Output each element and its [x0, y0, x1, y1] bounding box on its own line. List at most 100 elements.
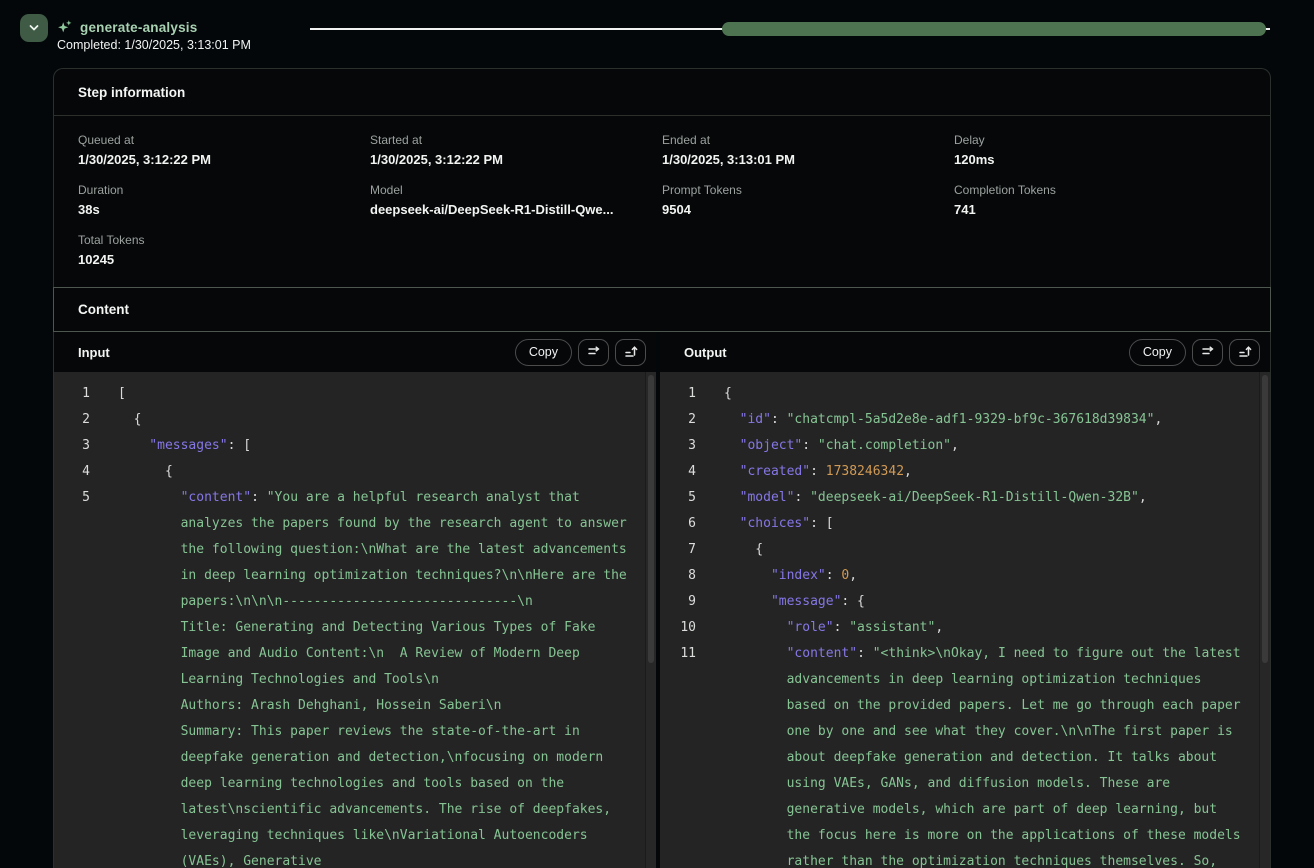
code-line: 5"content": "You are a helpful research …	[66, 485, 645, 868]
line-number: 7	[672, 537, 696, 563]
code-text: "messages": [	[118, 433, 645, 459]
expand-up-icon	[1237, 343, 1253, 362]
code-line: 4{	[66, 459, 645, 485]
code-text: "index": 0,	[724, 563, 1259, 589]
code-line: 3 "messages": [	[66, 433, 645, 459]
sparkles-icon	[57, 19, 73, 35]
input-scrollbar-thumb[interactable]	[648, 375, 654, 663]
output-code-area: 1{2"id": "chatcmpl-5a5d2e8e-adf1-9329-bf…	[660, 372, 1270, 868]
info-label: Queued at	[78, 133, 370, 147]
info-value: deepseek-ai/DeepSeek-R1-Distill-Qwe...	[370, 202, 662, 217]
info-label: Started at	[370, 133, 662, 147]
step-information-grid: Queued at 1/30/2025, 3:12:22 PM Started …	[54, 116, 1270, 287]
output-json-viewer: 1{2"id": "chatcmpl-5a5d2e8e-adf1-9329-bf…	[660, 372, 1259, 868]
info-field-started-at: Started at 1/30/2025, 3:12:22 PM	[370, 133, 662, 167]
line-number: 6	[672, 511, 696, 537]
expand-up-icon	[623, 343, 639, 362]
input-json-viewer: 1[2{3"messages": [4{5"content": "You are…	[54, 372, 645, 868]
content-section-header[interactable]: Content	[53, 287, 1271, 332]
info-value: 10245	[78, 252, 370, 267]
step-information-header: Step information	[54, 69, 1270, 116]
line-number: 1	[66, 381, 90, 407]
info-value: 120ms	[954, 152, 1246, 167]
input-code-area: 1[2{3"messages": [4{5"content": "You are…	[54, 372, 656, 868]
input-panel: Input Copy	[54, 332, 656, 868]
info-field-delay: Delay 120ms	[954, 133, 1246, 167]
line-number: 4	[66, 459, 90, 485]
info-field-completion-tokens: Completion Tokens 741	[954, 183, 1246, 217]
output-copy-button[interactable]: Copy	[1129, 339, 1186, 366]
output-wrap-text-button[interactable]	[1192, 339, 1223, 366]
output-expand-button[interactable]	[1229, 339, 1260, 366]
info-label: Completion Tokens	[954, 183, 1246, 197]
line-number: 2	[672, 407, 696, 433]
code-line: 10 "role": "assistant",	[672, 615, 1259, 641]
line-number: 3	[672, 433, 696, 459]
output-scrollbar[interactable]	[1259, 372, 1270, 868]
code-text: {	[118, 407, 645, 433]
line-number: 1	[672, 381, 696, 407]
line-number: 3	[66, 433, 90, 459]
line-number: 5	[672, 485, 696, 511]
info-value: 38s	[78, 202, 370, 217]
code-line: 3 "object": "chat.completion",	[672, 433, 1259, 459]
code-text: [	[118, 381, 645, 407]
code-line: 2 "id": "chatcmpl-5a5d2e8e-adf1-9329-bf9c…	[672, 407, 1259, 433]
line-number: 9	[672, 589, 696, 615]
wrap-text-icon	[586, 343, 602, 362]
code-line: 8 "index": 0,	[672, 563, 1259, 589]
input-panel-header: Input Copy	[54, 332, 656, 372]
collapse-step-button[interactable]	[20, 14, 48, 42]
line-number: 11	[672, 641, 696, 868]
line-number: 8	[672, 563, 696, 589]
code-text: "message": {	[724, 589, 1259, 615]
input-expand-button[interactable]	[615, 339, 646, 366]
code-text: "choices": [	[724, 511, 1259, 537]
input-panel-title: Input	[78, 345, 515, 360]
info-label: Duration	[78, 183, 370, 197]
timeline-span-bar[interactable]	[722, 22, 1266, 36]
output-scrollbar-thumb[interactable]	[1262, 375, 1268, 663]
step-detail-card: Step information Queued at 1/30/2025, 3:…	[53, 68, 1271, 868]
code-text: {	[724, 381, 1259, 407]
info-field-total-tokens: Total Tokens 10245	[78, 233, 370, 267]
code-text: "created": 1738246342,	[724, 459, 1259, 485]
code-text: "id": "chatcmpl-5a5d2e8e-adf1-9329-bf9c-…	[724, 407, 1259, 433]
info-value: 9504	[662, 202, 954, 217]
info-value: 1/30/2025, 3:13:01 PM	[662, 152, 954, 167]
info-field-prompt-tokens: Prompt Tokens 9504	[662, 183, 954, 217]
code-text: "object": "chat.completion",	[724, 433, 1259, 459]
info-value: 741	[954, 202, 1246, 217]
info-label: Prompt Tokens	[662, 183, 954, 197]
code-text: {	[724, 537, 1259, 563]
info-field-ended-at: Ended at 1/30/2025, 3:13:01 PM	[662, 133, 954, 167]
code-line: 11"content": "<think>\nOkay, I need to f…	[672, 641, 1259, 868]
info-field-queued-at: Queued at 1/30/2025, 3:12:22 PM	[78, 133, 370, 167]
code-line: 2{	[66, 407, 645, 433]
input-wrap-text-button[interactable]	[578, 339, 609, 366]
code-line: 6 "choices": [	[672, 511, 1259, 537]
input-copy-button[interactable]: Copy	[515, 339, 572, 366]
code-line: 9 "message": {	[672, 589, 1259, 615]
info-label: Total Tokens	[78, 233, 370, 247]
input-scrollbar[interactable]	[645, 372, 656, 868]
code-line: 1{	[672, 381, 1259, 407]
info-value: 1/30/2025, 3:12:22 PM	[370, 152, 662, 167]
code-text: {	[118, 459, 645, 485]
step-name: generate-analysis	[80, 20, 197, 35]
info-label: Model	[370, 183, 662, 197]
output-panel-header: Output Copy	[660, 332, 1270, 372]
output-panel-title: Output	[684, 345, 1129, 360]
code-text: "role": "assistant",	[724, 615, 1259, 641]
code-text: "content": "You are a helpful research a…	[118, 485, 645, 868]
line-number: 2	[66, 407, 90, 433]
info-field-model: Model deepseek-ai/DeepSeek-R1-Distill-Qw…	[370, 183, 662, 217]
code-line: 5"model": "deepseek-ai/DeepSeek-R1-Disti…	[672, 485, 1259, 511]
wrap-text-icon	[1200, 343, 1216, 362]
line-number: 5	[66, 485, 90, 868]
info-field-duration: Duration 38s	[78, 183, 370, 217]
info-value: 1/30/2025, 3:12:22 PM	[78, 152, 370, 167]
trace-header: generate-analysis Completed: 1/30/2025, …	[0, 0, 1314, 68]
code-line: 1[	[66, 381, 645, 407]
line-number: 10	[672, 615, 696, 641]
